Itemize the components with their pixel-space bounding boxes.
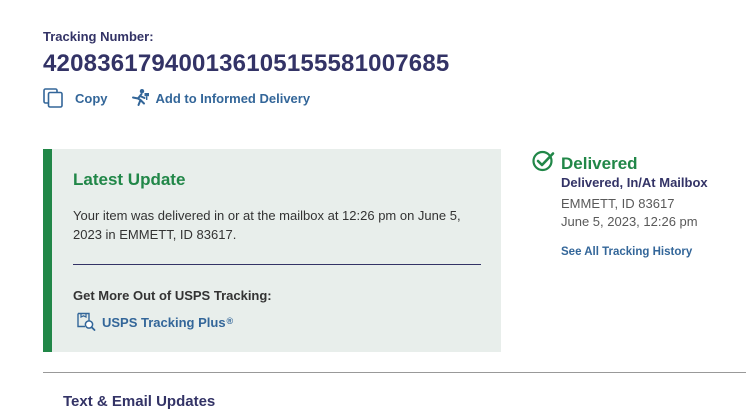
status-detail: Delivered, In/At Mailbox (561, 175, 708, 190)
tracking-actions: Copy Add to Informed Delivery (43, 88, 310, 108)
text-email-updates-heading[interactable]: Text & Email Updates (63, 393, 215, 409)
divider (73, 264, 481, 265)
registered-mark: ® (226, 315, 234, 326)
informed-delivery-label: Add to Informed Delivery (155, 90, 311, 106)
section-divider (43, 372, 746, 373)
status-location: EMMETT, ID 83617 (561, 196, 675, 211)
copy-icon (43, 88, 64, 108)
copy-label: Copy (75, 90, 108, 106)
latest-update-text: Your item was delivered in or at the mai… (73, 208, 461, 242)
latest-update-panel: Latest Update Your item was delivered in… (43, 149, 501, 352)
status-time: June 5, 2023, 12:26 pm (561, 214, 698, 229)
status-title: Delivered (561, 153, 638, 173)
tracking-plus-label: USPS Tracking Plus (102, 315, 226, 330)
usps-tracking-plus-link[interactable]: USPS Tracking Plus ® (76, 311, 233, 334)
promo-heading: Get More Out of USPS Tracking: (73, 288, 272, 303)
informed-delivery-icon (130, 88, 150, 108)
status-header: Delivered (532, 150, 638, 177)
copy-button[interactable]: Copy (43, 88, 108, 108)
tracking-number-label: Tracking Number: (43, 29, 154, 44)
tracking-plus-icon (76, 311, 96, 334)
delivery-status-panel: Delivered Delivered, In/At Mailbox EMMET… (532, 150, 708, 258)
check-circle-icon (532, 150, 555, 177)
tracking-number: 420836179400136105155581007685 (43, 50, 450, 77)
see-all-tracking-history-link[interactable]: See All Tracking History (561, 246, 692, 258)
add-to-informed-delivery-button[interactable]: Add to Informed Delivery (130, 88, 311, 108)
latest-update-title: Latest Update (73, 170, 186, 189)
